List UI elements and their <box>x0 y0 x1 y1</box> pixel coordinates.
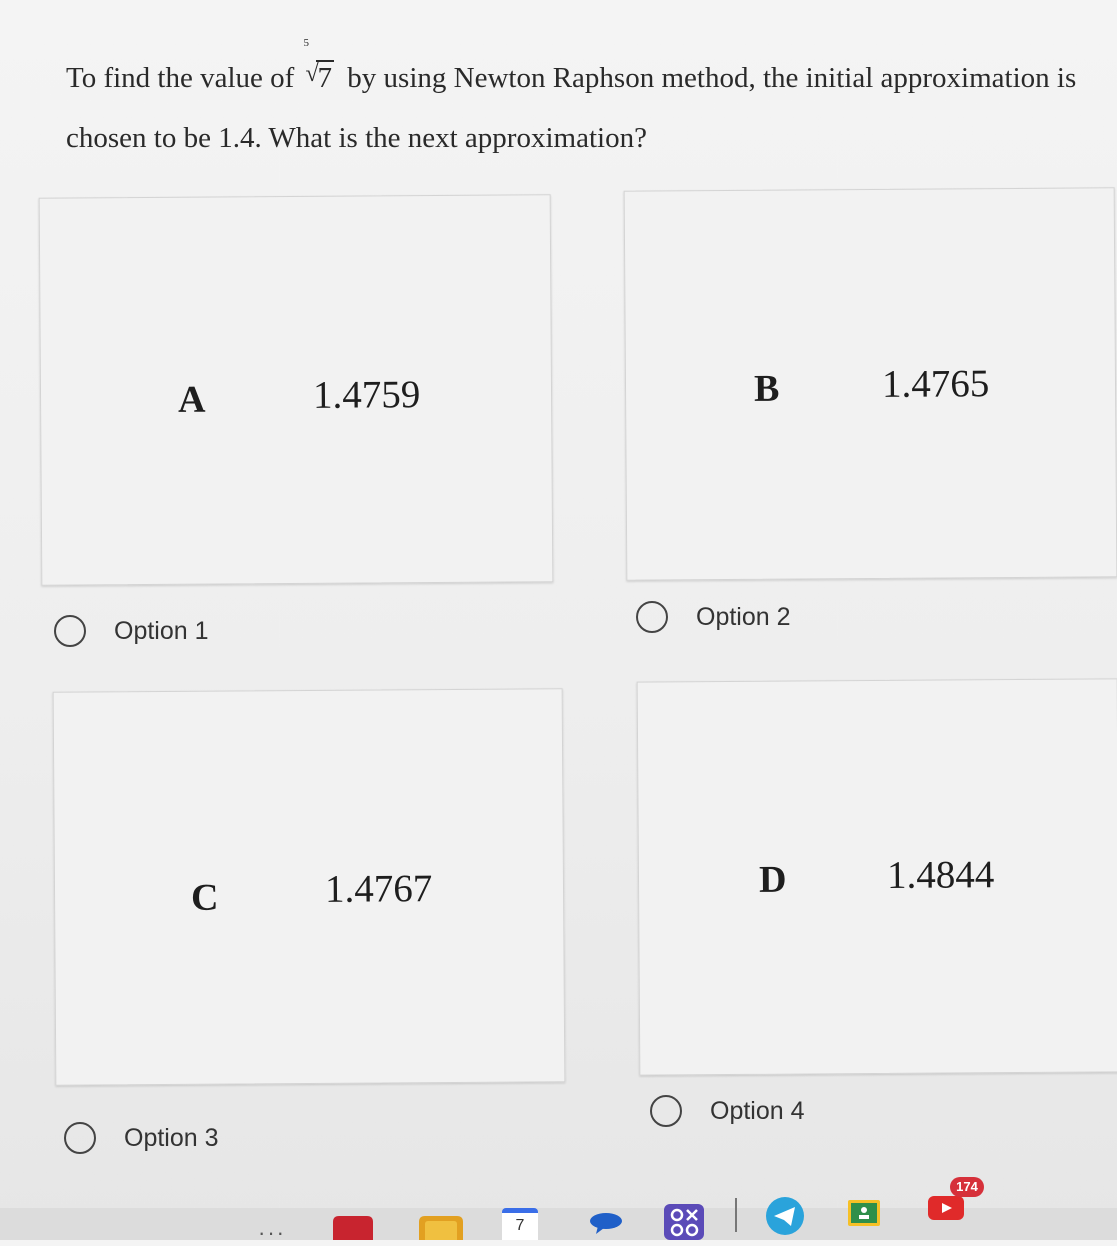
app-red-icon[interactable] <box>330 1214 376 1240</box>
option-1-radio[interactable]: Option 1 <box>54 615 209 647</box>
choice-letter: C <box>190 876 219 919</box>
option-3-radio[interactable]: Option 3 <box>64 1122 219 1154</box>
choice-value: 1.4765 <box>881 362 990 406</box>
choice-value: 1.4759 <box>312 373 421 417</box>
choice-card-c[interactable]: C 1.4767 <box>52 688 566 1086</box>
calendar-day: 7 <box>515 1217 525 1234</box>
choice-card-a[interactable]: A 1.4759 <box>38 194 554 586</box>
games-icon[interactable] <box>664 1204 704 1240</box>
question-text: To find the value of 5 √ 7 by using Newt… <box>66 38 1111 168</box>
choice-value: 1.4844 <box>886 853 995 897</box>
option-label: Option 4 <box>710 1096 805 1125</box>
more-icon[interactable]: ··· <box>258 1220 286 1246</box>
app-yellow-icon[interactable] <box>416 1214 466 1240</box>
radio-circle-icon <box>636 601 668 633</box>
choice-card-d[interactable]: D 1.4844 <box>636 678 1117 1076</box>
radio-circle-icon <box>54 615 86 647</box>
root-index: 5 <box>303 37 310 49</box>
calendar-icon[interactable]: 7 <box>502 1208 538 1240</box>
radio-circle-icon <box>650 1095 682 1127</box>
choice-value: 1.4767 <box>324 867 433 911</box>
option-label: Option 2 <box>696 602 791 631</box>
notification-badge: 174 <box>950 1177 984 1197</box>
choice-letter: D <box>758 858 787 901</box>
question-text-before: To find the value of <box>66 62 295 94</box>
chat-icon[interactable] <box>588 1212 624 1238</box>
option-4-radio[interactable]: Option 4 <box>650 1095 805 1127</box>
option-label: Option 1 <box>114 616 209 645</box>
telegram-icon[interactable] <box>765 1196 805 1236</box>
option-label: Option 3 <box>124 1123 219 1152</box>
choice-letter: B <box>753 367 780 410</box>
youtube-icon[interactable] <box>928 1196 964 1220</box>
option-2-radio[interactable]: Option 2 <box>636 601 791 633</box>
taskbar-divider <box>735 1198 737 1232</box>
radio-circle-icon <box>64 1122 96 1154</box>
fifth-root-expression: 5 √ 7 <box>304 38 335 108</box>
choice-letter: A <box>177 378 206 421</box>
radical-sign-icon: √ <box>305 61 319 87</box>
choice-card-b[interactable]: B 1.4765 <box>623 187 1117 581</box>
classroom-icon[interactable] <box>848 1200 880 1226</box>
